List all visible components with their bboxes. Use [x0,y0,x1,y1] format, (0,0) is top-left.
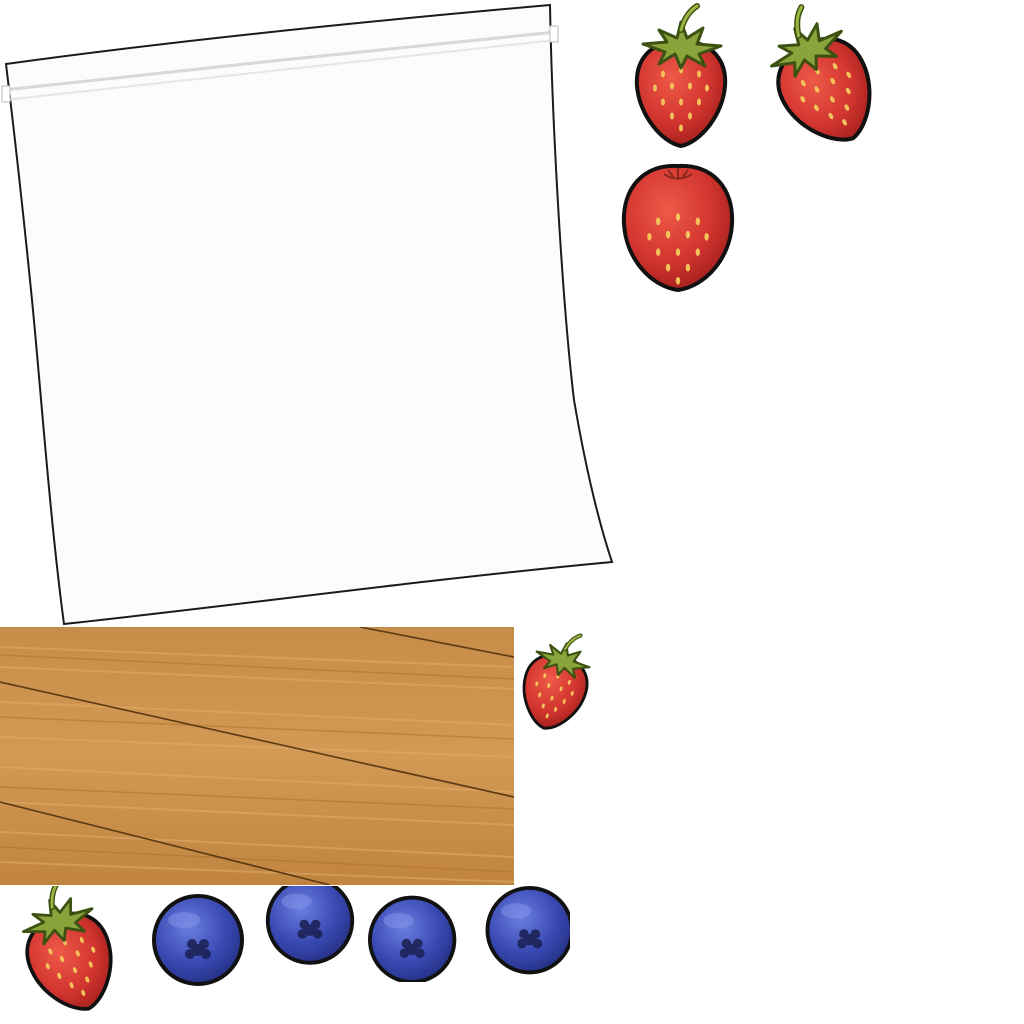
blueberry-2[interactable] [262,886,358,982]
bag-body [4,3,614,626]
strawberry-4[interactable] [512,628,600,734]
blueberry-3[interactable] [368,886,464,982]
cutting-board [0,627,514,885]
strawberry-1[interactable] [620,2,742,152]
strawberry-3[interactable] [616,158,740,292]
blueberry-1[interactable] [144,886,252,994]
blueberry-4[interactable] [474,886,570,982]
strawberry-5[interactable] [2,886,134,1016]
zip-bag-drop-area[interactable] [0,0,620,630]
strawberry-2[interactable] [752,0,892,150]
